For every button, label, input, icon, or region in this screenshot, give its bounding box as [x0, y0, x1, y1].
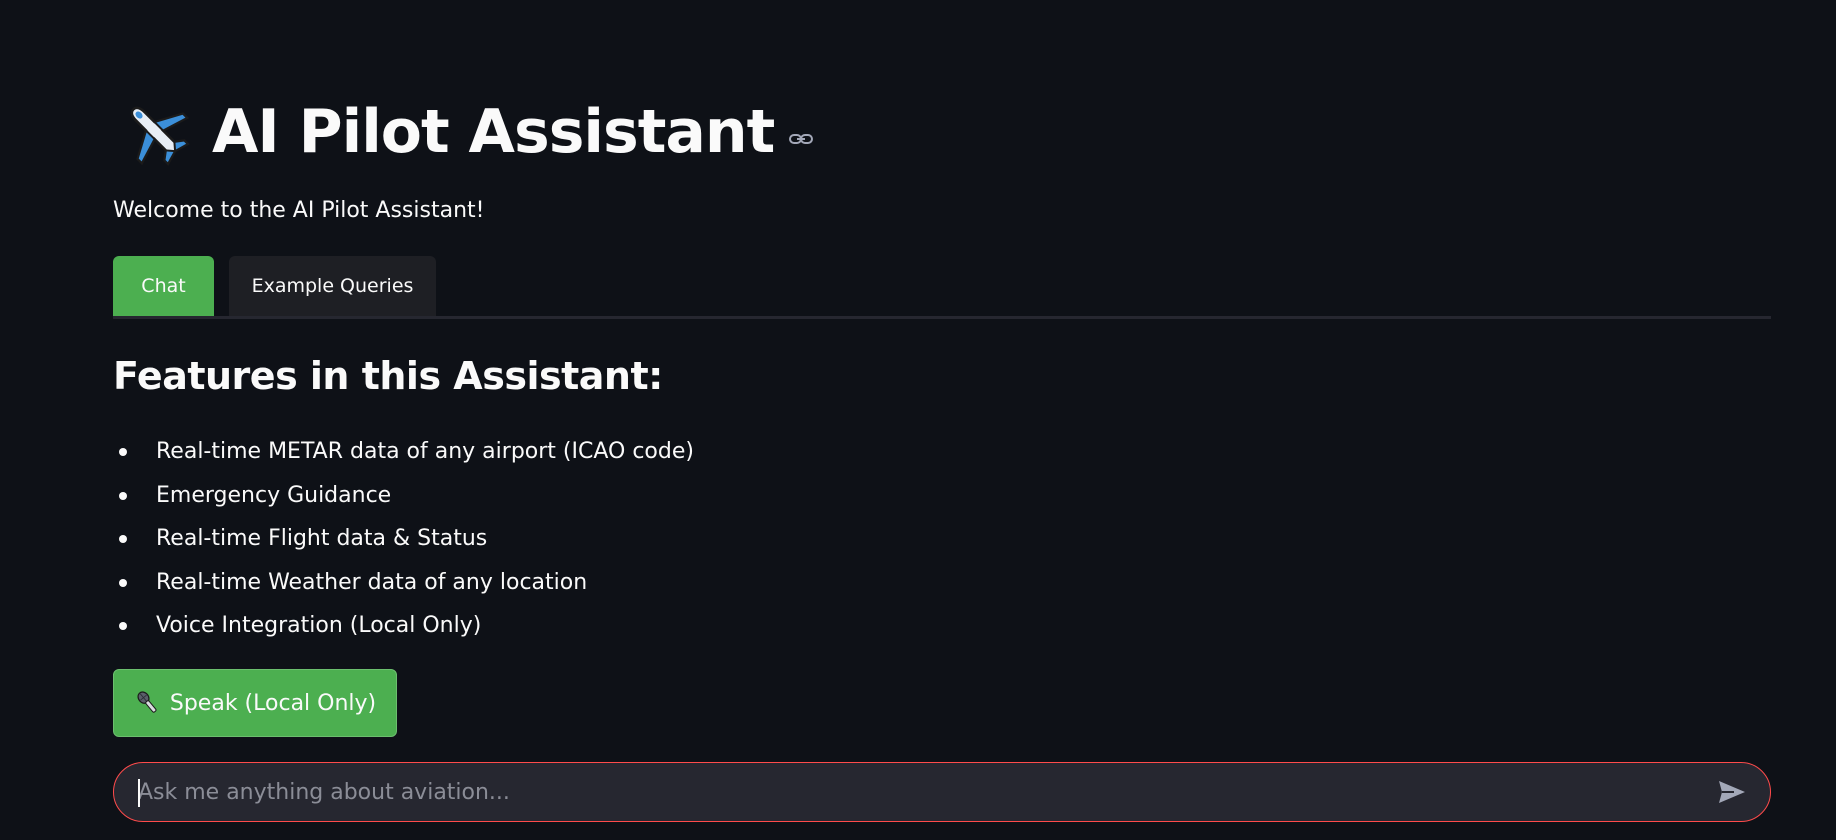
- page-header: AI Pilot Assistant: [120, 92, 814, 172]
- tab-chat[interactable]: Chat: [113, 256, 214, 319]
- bullet-icon: [119, 578, 127, 587]
- list-item: Voice Integration (Local Only): [113, 604, 694, 648]
- bullet-icon: [119, 491, 127, 500]
- tab-divider: [113, 316, 1771, 319]
- list-item: Real-time Weather data of any location: [113, 561, 694, 605]
- bullet-icon: [119, 448, 127, 456]
- tab-example-queries[interactable]: Example Queries: [229, 256, 436, 316]
- microphone-icon: [137, 691, 157, 713]
- features-heading: Features in this Assistant:: [113, 354, 663, 398]
- airplane-icon: [130, 106, 190, 166]
- app-page: AI Pilot Assistant Welcome to the AI Pil…: [0, 0, 1836, 840]
- feature-text: Real-time Flight data & Status: [156, 526, 488, 551]
- feature-text: Real-time METAR data of any airport (ICA…: [156, 439, 694, 464]
- feature-text: Emergency Guidance: [156, 482, 392, 508]
- send-icon[interactable]: [1716, 776, 1748, 808]
- chat-input-container: [113, 762, 1771, 822]
- list-item: Real-time Flight data & Status: [113, 517, 694, 561]
- list-item: Real-time METAR data of any airport (ICA…: [113, 430, 694, 474]
- speak-button[interactable]: Speak (Local Only): [113, 669, 397, 737]
- feature-text: Voice Integration (Local Only): [156, 613, 482, 638]
- link-icon[interactable]: [788, 126, 814, 152]
- text-caret: [138, 779, 140, 807]
- tab-bar: Chat Example Queries: [113, 256, 1771, 319]
- chat-input[interactable]: [114, 762, 1716, 822]
- feature-list: Real-time METAR data of any airport (ICA…: [113, 430, 694, 648]
- welcome-text: Welcome to the AI Pilot Assistant!: [113, 198, 485, 223]
- speak-button-label: Speak (Local Only): [169, 690, 377, 716]
- list-item: Emergency Guidance: [113, 474, 694, 518]
- bullet-icon: [119, 622, 127, 630]
- bullet-icon: [119, 535, 127, 543]
- feature-text: Real-time Weather data of any location: [156, 569, 588, 595]
- page-title: AI Pilot Assistant: [212, 97, 775, 167]
